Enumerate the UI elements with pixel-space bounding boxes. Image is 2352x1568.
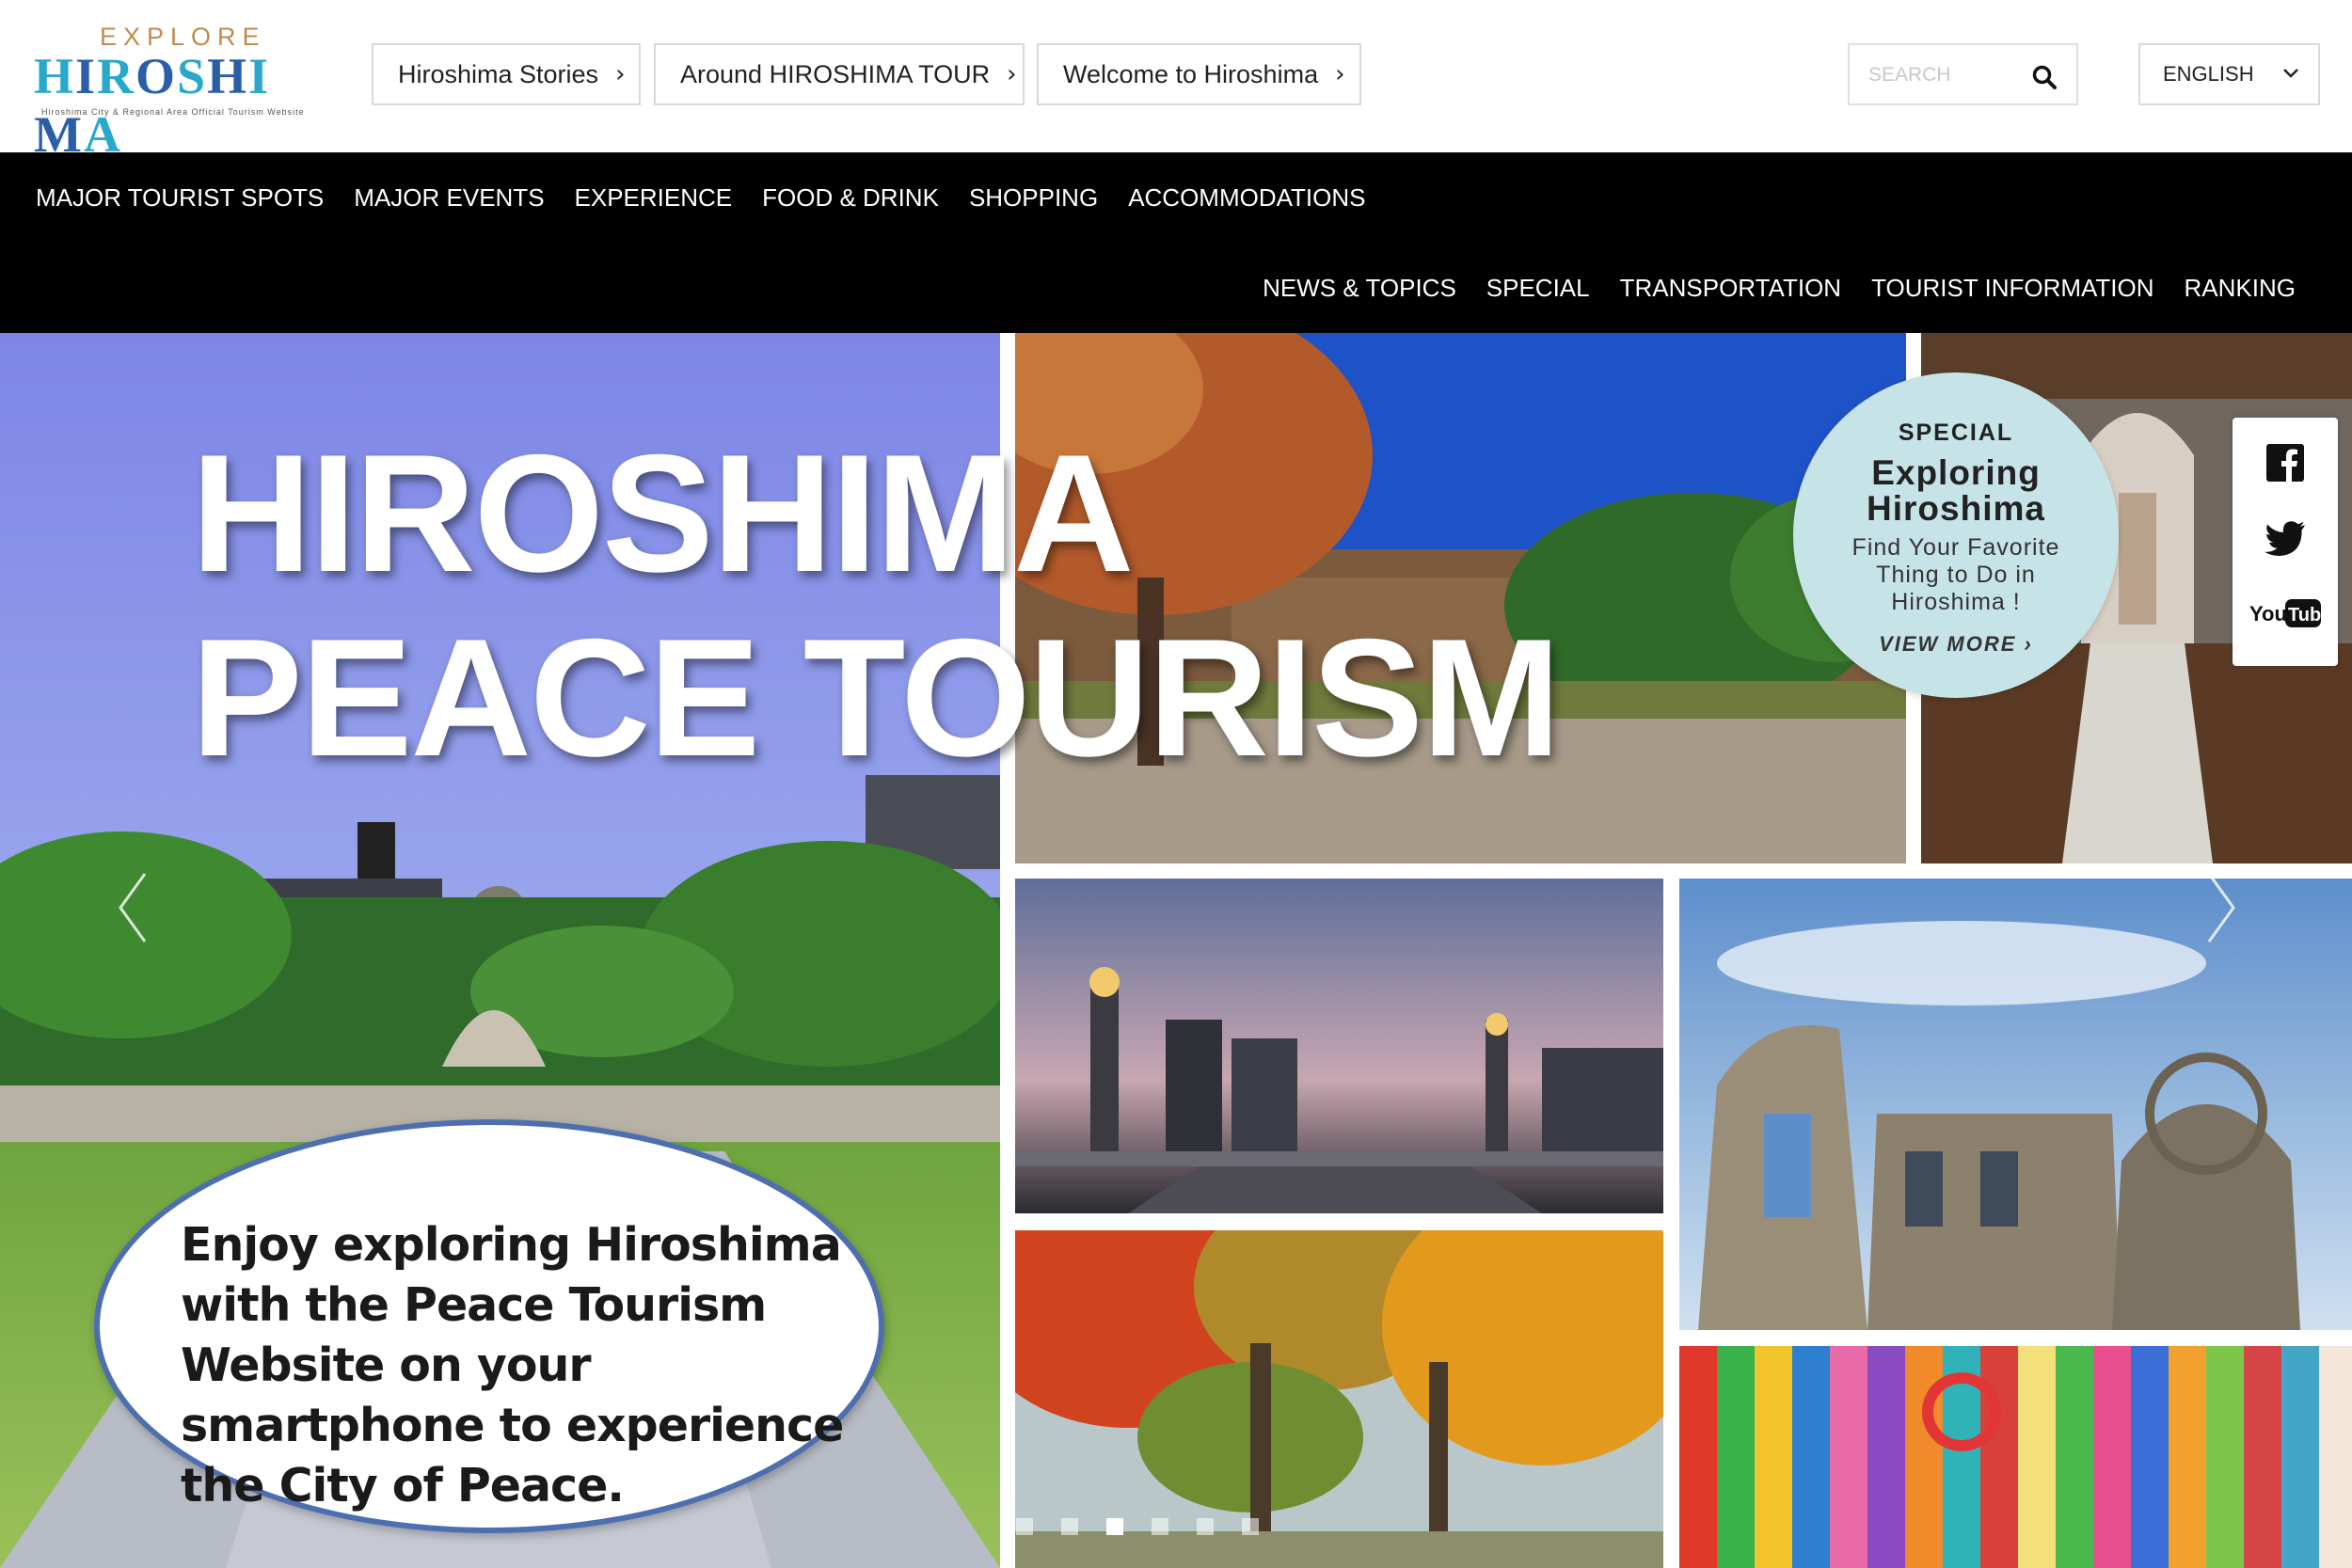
special-badge-title-line1: Exploring [1871, 453, 2041, 492]
nav-shopping[interactable]: SHOPPING [969, 183, 1098, 213]
carousel-dot[interactable] [1197, 1518, 1214, 1535]
carousel-next-arrow-icon[interactable] [2205, 870, 2237, 945]
logo-main-text: HIROSHIMA [34, 48, 271, 163]
language-select[interactable]: ENGLISH [2138, 43, 2320, 105]
nav-experience[interactable]: EXPERIENCE [575, 183, 733, 213]
carousel-pagination [1016, 1518, 1259, 1535]
secondary-nav: NEWS & TOPICS SPECIAL TRANSPORTATION TOU… [1263, 274, 2296, 303]
nav-major-events[interactable]: MAJOR EVENTS [354, 183, 544, 213]
nav-special[interactable]: SPECIAL [1486, 274, 1590, 303]
nav-transportation[interactable]: TRANSPORTATION [1620, 274, 1841, 303]
logo-subtitle: Hiroshima City & Regional Area Official … [41, 107, 305, 117]
search-box [1848, 43, 2078, 105]
chevron-right-icon: › [1007, 60, 1017, 88]
nav-food-drink[interactable]: FOOD & DRINK [762, 183, 939, 213]
view-more-link[interactable]: VIEW MORE › [1793, 632, 2119, 657]
carousel-dot[interactable] [1242, 1518, 1259, 1535]
atomic-bomb-dome-image [1679, 879, 2352, 1330]
search-input[interactable] [1867, 58, 2030, 92]
nav-tourist-information[interactable]: TOURIST INFORMATION [1871, 274, 2153, 303]
special-badge-description: Find Your Favorite Thing to Do in Hirosh… [1851, 534, 2060, 615]
site-header: EXPLORE HIROSHIMA Hiroshima City & Regio… [0, 0, 2352, 163]
carousel-dot[interactable] [1016, 1518, 1033, 1535]
facebook-link[interactable] [2233, 436, 2338, 489]
view-more-label: VIEW MORE [1879, 632, 2017, 656]
primary-nav: MAJOR TOURIST SPOTS MAJOR EVENTS EXPERIE… [36, 183, 1365, 213]
carousel-dot[interactable] [1061, 1518, 1078, 1535]
social-sidebar: You Tube [2233, 418, 2338, 666]
top-link-welcome-to-hiroshima[interactable]: Welcome to Hiroshima › [1037, 43, 1361, 105]
nav-accommodations[interactable]: ACCOMMODATIONS [1128, 183, 1365, 213]
peace-bridge-image [1015, 879, 1663, 1213]
search-icon[interactable] [2031, 64, 2058, 90]
hero-title-line2: PEACE TOURISM [191, 604, 1561, 791]
photo-atomic-bomb-dome[interactable] [1679, 879, 2352, 1330]
top-link-label: Around HIROSHIMA TOUR [680, 59, 991, 88]
svg-text:You: You [2249, 602, 2287, 626]
special-badge-title: Exploring Hiroshima [1793, 455, 2119, 527]
hero-caption-text: Enjoy exploring Hiroshima with the Peace… [181, 1218, 844, 1513]
hero-title: HIROSHIMA PEACE TOURISM [191, 420, 1561, 791]
carousel-dot[interactable] [1152, 1518, 1168, 1535]
photo-peace-bridge-dusk[interactable] [1015, 879, 1663, 1213]
main-navigation: MAJOR TOURIST SPOTS MAJOR EVENTS EXPERIE… [0, 152, 2352, 333]
twitter-link[interactable] [2233, 512, 2338, 564]
language-selected-label: ENGLISH [2163, 62, 2254, 86]
top-link-label: Hiroshima Stories [398, 59, 599, 88]
svg-text:Tube: Tube [2288, 605, 2321, 626]
chevron-right-icon: › [1335, 60, 1345, 88]
carousel-prev-arrow-icon[interactable] [117, 870, 149, 945]
hero-caption-bubble: Enjoy exploring Hiroshima with the Peace… [94, 1119, 884, 1533]
paper-cranes-image [1679, 1346, 2352, 1568]
hero-title-line1: HIROSHIMA [191, 420, 1135, 607]
top-link-label: Welcome to Hiroshima [1063, 59, 1319, 88]
youtube-link[interactable]: You Tube [2233, 587, 2338, 640]
nav-ranking[interactable]: RANKING [2185, 274, 2296, 303]
top-link-around-hiroshima-tour[interactable]: Around HIROSHIMA TOUR › [654, 43, 1025, 105]
twitter-icon [2265, 521, 2305, 556]
facebook-icon [2266, 444, 2304, 482]
hero-carousel[interactable]: HIROSHIMA PEACE TOURISM Enjoy exploring … [0, 333, 2352, 1568]
nav-news-topics[interactable]: NEWS & TOPICS [1263, 274, 1456, 303]
chevron-down-icon [2283, 69, 2298, 78]
special-badge-label: SPECIAL [1898, 420, 2014, 446]
youtube-icon: You Tube [2249, 599, 2321, 627]
chevron-right-icon: › [615, 60, 626, 88]
nav-major-tourist-spots[interactable]: MAJOR TOURIST SPOTS [36, 183, 324, 213]
top-link-hiroshima-stories[interactable]: Hiroshima Stories › [372, 43, 641, 105]
site-logo[interactable]: EXPLORE HIROSHIMA Hiroshima City & Regio… [34, 21, 307, 163]
special-badge-title-line2: Hiroshima [1867, 489, 2045, 528]
photo-paper-cranes[interactable] [1679, 1346, 2352, 1568]
carousel-dot-active[interactable] [1106, 1518, 1123, 1535]
special-exploring-hiroshima-badge[interactable]: SPECIAL Exploring Hiroshima Find Your Fa… [1793, 372, 2119, 698]
